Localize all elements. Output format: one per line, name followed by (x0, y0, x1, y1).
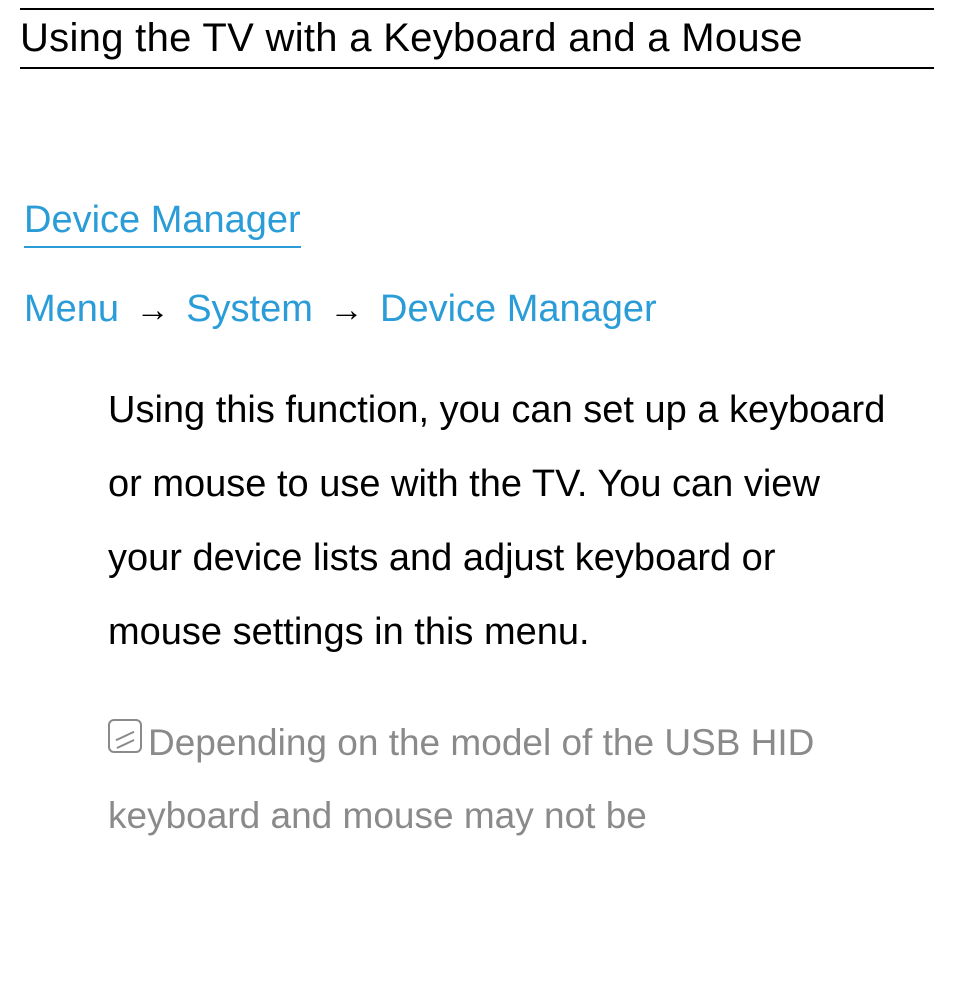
breadcrumb: Menu → System → Device Manager (24, 288, 934, 331)
note-text: Depending on the model of the USB HID ke… (108, 722, 814, 835)
note-icon (108, 719, 142, 753)
note-paragraph: Depending on the model of the USB HID ke… (108, 707, 894, 851)
section-heading-wrap: Device Manager (20, 69, 934, 248)
section-heading: Device Manager (24, 199, 301, 248)
title-container: Using the TV with a Keyboard and a Mouse (20, 8, 934, 69)
breadcrumb-item-menu[interactable]: Menu (24, 288, 119, 330)
breadcrumb-item-system[interactable]: System (186, 288, 313, 330)
breadcrumb-item-device-manager[interactable]: Device Manager (380, 288, 657, 330)
arrow-icon: → (329, 291, 363, 329)
page-title: Using the TV with a Keyboard and a Mouse (20, 16, 934, 61)
arrow-icon: → (136, 291, 170, 329)
page: Using the TV with a Keyboard and a Mouse… (0, 8, 954, 852)
body-paragraph: Using this function, you can set up a ke… (108, 373, 894, 669)
